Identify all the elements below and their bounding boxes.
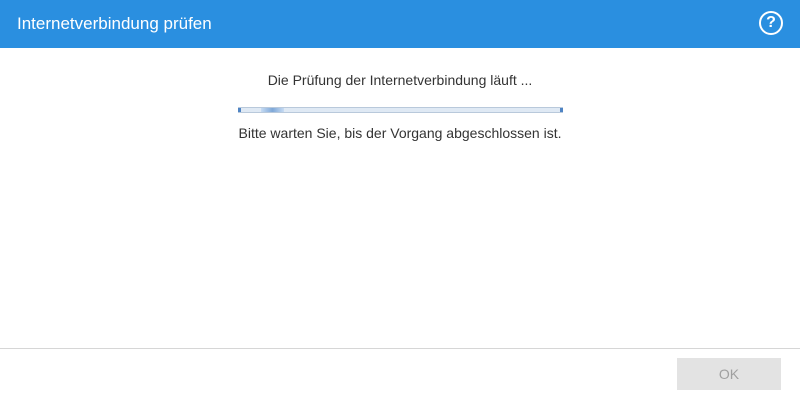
- dialog-titlebar: Internetverbindung prüfen ?: [0, 0, 800, 48]
- dialog-content: Die Prüfung der Internetverbindung läuft…: [0, 48, 800, 348]
- progress-indicator: [261, 108, 284, 112]
- progress-bar-left-cap: [238, 108, 241, 112]
- help-icon[interactable]: ?: [759, 11, 783, 35]
- progress-bar-right-cap: [560, 108, 563, 112]
- ok-button[interactable]: OK: [677, 358, 781, 390]
- footer-divider: [0, 348, 800, 349]
- internet-check-dialog: Internetverbindung prüfen ? Die Prüfung …: [0, 0, 800, 400]
- wait-message: Bitte warten Sie, bis der Vorgang abgesc…: [238, 125, 562, 141]
- progress-bar: [238, 107, 563, 113]
- status-text: Die Prüfung der Internetverbindung läuft…: [267, 72, 533, 88]
- dialog-title: Internetverbindung prüfen: [17, 14, 212, 33]
